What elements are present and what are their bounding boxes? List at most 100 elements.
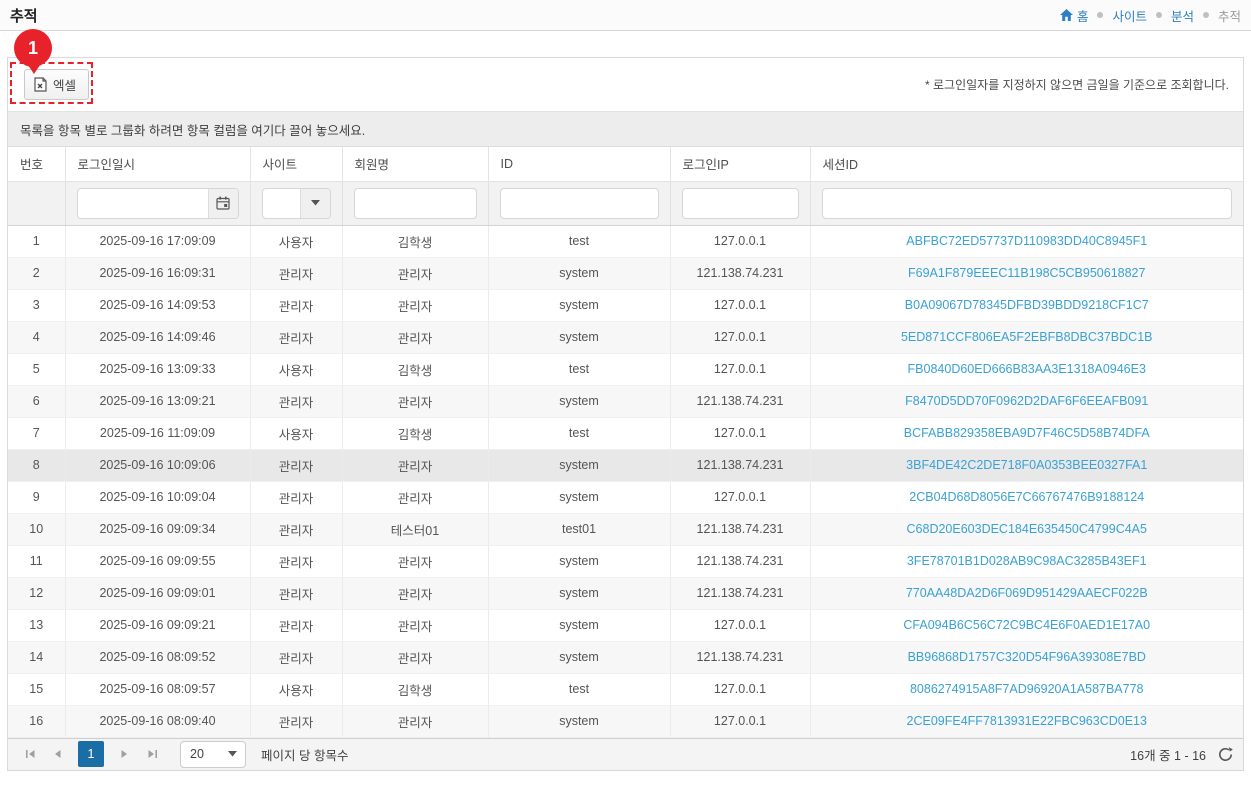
session-id-link[interactable]: 2CE09FE4FF7813931E22FBC963CD0E13 [907,714,1147,728]
next-page-button[interactable] [112,742,136,766]
table-row[interactable]: 6 2025-09-16 13:09:21 관리자 관리자 system 121… [8,385,1243,417]
session-id-link[interactable]: F69A1F879EEEC11B198C5CB950618827 [908,266,1145,280]
table-row[interactable]: 2 2025-09-16 16:09:31 관리자 관리자 system 121… [8,257,1243,289]
cell-session-id: C68D20E603DEC184E635450C4799C4A5 [810,513,1243,545]
session-id-link[interactable]: 3FE78701B1D028AB9C98AC3285B43EF1 [907,554,1147,568]
cell-login-ip: 127.0.0.1 [670,353,810,385]
breadcrumb: 홈 사이트 분석 추적 [1060,6,1241,25]
id-filter-input[interactable] [500,188,659,219]
column-header-session-id[interactable]: 세션ID [810,147,1243,181]
filter-cell-member-name [342,181,488,225]
cell-login-datetime: 2025-09-16 09:09:01 [65,577,250,609]
session-id-link[interactable]: BB96868D1757C320D54F96A39308E7BD [908,650,1146,664]
table-row[interactable]: 5 2025-09-16 13:09:33 사용자 김학생 test 127.0… [8,353,1243,385]
table-row[interactable]: 4 2025-09-16 14:09:46 관리자 관리자 system 127… [8,321,1243,353]
cell-session-id: 8086274915A8F7AD96920A1A587BA778 [810,673,1243,705]
breadcrumb-item-analysis[interactable]: 분석 [1171,6,1194,25]
breadcrumb-item-home[interactable]: 홈 [1060,6,1089,25]
cell-member-name: 관리자 [342,257,488,289]
session-id-link[interactable]: 2CB04D68D8056E7C66767476B9188124 [909,490,1144,504]
session-id-link[interactable]: 5ED871CCF806EA5F2EBFB8DBC37BDC1B [901,330,1153,344]
session-id-link[interactable]: 770AA48DA2D6F069D951429AAECF022B [906,586,1148,600]
table-row[interactable]: 15 2025-09-16 08:09:57 사용자 김학생 test 127.… [8,673,1243,705]
pager-bar: 1 20 페이지 당 항목수 16개 중 1 - 16 [8,738,1243,770]
cell-login-datetime: 2025-09-16 13:09:21 [65,385,250,417]
column-header-login-datetime[interactable]: 로그인일시 [65,147,250,181]
refresh-button[interactable] [1218,747,1233,762]
site-filter-value [263,189,300,218]
session-id-link[interactable]: CFA094B6C56C72C9BC4E6F0AED1E17A0 [903,618,1150,632]
group-by-drop-area[interactable]: 목록을 항목 별로 그룹화 하려면 항목 컬럼을 여기다 끌어 놓으세요. [8,112,1243,147]
column-header-member-name[interactable]: 회원명 [342,147,488,181]
login-date-filter-input[interactable] [78,189,208,219]
cell-site: 관리자 [250,513,342,545]
session-id-filter-input[interactable] [822,188,1233,219]
session-id-link[interactable]: 8086274915A8F7AD96920A1A587BA778 [910,682,1144,696]
cell-id: system [488,705,670,737]
cell-no: 7 [8,417,65,449]
session-id-link[interactable]: C68D20E603DEC184E635450C4799C4A5 [907,522,1147,536]
member-name-filter-input[interactable] [354,188,477,219]
cell-login-datetime: 2025-09-16 09:09:34 [65,513,250,545]
breadcrumb-separator-dot [1203,12,1209,18]
page-size-dropdown[interactable]: 20 [180,741,246,768]
table-row[interactable]: 7 2025-09-16 11:09:09 사용자 김학생 test 127.0… [8,417,1243,449]
session-id-link[interactable]: BCFABB829358EBA9D7F46C5D58B74DFA [904,426,1150,440]
table-row[interactable]: 14 2025-09-16 08:09:52 관리자 관리자 system 12… [8,641,1243,673]
cell-login-datetime: 2025-09-16 08:09:40 [65,705,250,737]
cell-session-id: ABFBC72ED57737D110983DD40C8945F1 [810,225,1243,257]
dropdown-button[interactable] [219,742,245,767]
site-filter-dropdown[interactable] [262,188,331,219]
session-id-link[interactable]: ABFBC72ED57737D110983DD40C8945F1 [906,234,1147,248]
column-header-no[interactable]: 번호 [8,147,65,181]
table-row[interactable]: 13 2025-09-16 09:09:21 관리자 관리자 system 12… [8,609,1243,641]
last-page-button[interactable] [140,742,164,766]
table-row[interactable]: 8 2025-09-16 10:09:06 관리자 관리자 system 121… [8,449,1243,481]
session-id-link[interactable]: FB0840D60ED666B83AA3E1318A0946E3 [908,362,1146,376]
table-row[interactable]: 11 2025-09-16 09:09:55 관리자 관리자 system 12… [8,545,1243,577]
cell-session-id: FB0840D60ED666B83AA3E1318A0946E3 [810,353,1243,385]
cell-member-name: 관리자 [342,449,488,481]
table-row[interactable]: 3 2025-09-16 14:09:53 관리자 관리자 system 127… [8,289,1243,321]
cell-member-name: 관리자 [342,481,488,513]
cell-session-id: F8470D5DD70F0962D2DAF6F6EEAFB091 [810,385,1243,417]
current-page-button[interactable]: 1 [78,741,104,767]
calendar-button[interactable] [208,189,238,218]
filter-cell-login-ip [670,181,810,225]
session-id-link[interactable]: F8470D5DD70F0962D2DAF6F6EEAFB091 [905,394,1148,408]
breadcrumb-item-site[interactable]: 사이트 [1112,6,1147,25]
pager-range-label: 16개 중 1 - 16 [1130,745,1206,764]
table-row[interactable]: 16 2025-09-16 08:09:40 관리자 관리자 system 12… [8,705,1243,737]
cell-session-id: 770AA48DA2D6F069D951429AAECF022B [810,577,1243,609]
session-id-link[interactable]: B0A09067D78345DFBD39BDD9218CF1C7 [905,298,1149,312]
column-header-login-ip[interactable]: 로그인IP [670,147,810,181]
cell-member-name: 관리자 [342,321,488,353]
cell-member-name: 김학생 [342,353,488,385]
cell-login-ip: 121.138.74.231 [670,641,810,673]
session-id-link[interactable]: 3BF4DE42C2DE718F0A0353BEE0327FA1 [906,458,1147,472]
cell-id: system [488,257,670,289]
table-row[interactable]: 9 2025-09-16 10:09:04 관리자 관리자 system 127… [8,481,1243,513]
cell-member-name: 김학생 [342,225,488,257]
cell-id: test01 [488,513,670,545]
previous-page-button[interactable] [46,742,70,766]
login-ip-filter-input[interactable] [682,188,799,219]
cell-no: 16 [8,705,65,737]
cell-login-datetime: 2025-09-16 14:09:53 [65,289,250,321]
cell-member-name: 관리자 [342,641,488,673]
column-header-site[interactable]: 사이트 [250,147,342,181]
table-row[interactable]: 10 2025-09-16 09:09:34 관리자 테스터01 test01 … [8,513,1243,545]
cell-login-ip: 127.0.0.1 [670,225,810,257]
cell-session-id: BB96868D1757C320D54F96A39308E7BD [810,641,1243,673]
table-row[interactable]: 12 2025-09-16 09:09:01 관리자 관리자 system 12… [8,577,1243,609]
cell-site: 관리자 [250,321,342,353]
cell-no: 15 [8,673,65,705]
first-page-button[interactable] [18,742,42,766]
cell-session-id: 5ED871CCF806EA5F2EBFB8DBC37BDC1B [810,321,1243,353]
column-header-id[interactable]: ID [488,147,670,181]
cell-member-name: 김학생 [342,417,488,449]
cell-no: 9 [8,481,65,513]
dropdown-button[interactable] [300,189,330,218]
cell-member-name: 관리자 [342,545,488,577]
table-row[interactable]: 1 2025-09-16 17:09:09 사용자 김학생 test 127.0… [8,225,1243,257]
